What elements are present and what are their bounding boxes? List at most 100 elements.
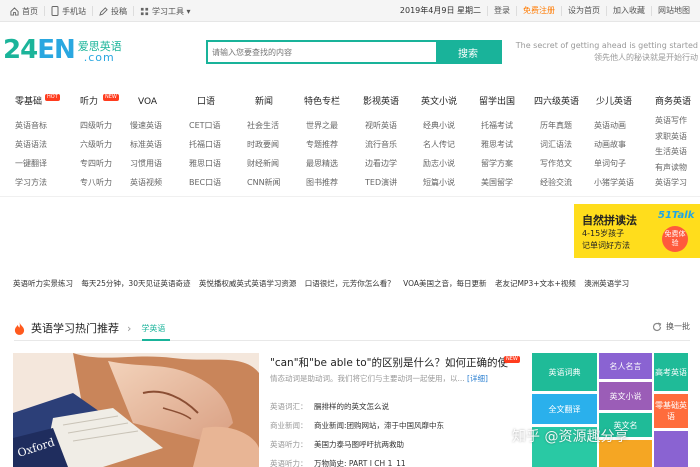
top-link-submit[interactable]: 投稿 [93, 6, 134, 16]
login-link[interactable]: 登录 [487, 6, 516, 16]
category-title[interactable]: 影视英语 [363, 92, 419, 112]
category-link[interactable]: 财经新闻 [247, 154, 311, 173]
category-link[interactable]: 有声读物 [655, 160, 700, 176]
category-link[interactable]: 英语语法 [15, 135, 71, 154]
category-link[interactable]: 最思精选 [306, 154, 360, 173]
site-map-link[interactable]: 网站地图 [651, 6, 696, 16]
category-link[interactable]: 励志小说 [423, 154, 477, 173]
tile-dictionary[interactable]: 英语词典 [532, 353, 597, 391]
top-link-tools[interactable]: 学习工具 ▾ [134, 6, 197, 16]
category-link[interactable]: 专八听力 [80, 173, 136, 192]
list-item[interactable]: 英语听力： 万物简史: PART I CH 1_11 [270, 454, 444, 467]
category-link[interactable]: 图书推荐 [306, 173, 360, 192]
category-title[interactable]: 新闻 [255, 92, 311, 112]
category-title[interactable]: 四六级英语 [534, 92, 590, 112]
category-link[interactable]: 托福考试 [481, 116, 535, 135]
list-item[interactable]: 英语听力： 美国力泰马图呼吁抗两救助 [270, 435, 444, 454]
category-link[interactable]: 托福口语 [189, 135, 253, 154]
category-link[interactable]: 动画故事 [594, 135, 652, 154]
tile-beginner[interactable]: 零基础英语 [654, 394, 688, 428]
category-link[interactable]: 短篇小说 [423, 173, 477, 192]
category-title[interactable]: 零基础 HOT [15, 92, 71, 112]
news-link[interactable]: 英悦播权威英式英语学习资源 [199, 279, 297, 288]
category-link[interactable]: 六级听力 [80, 135, 136, 154]
read-more-link[interactable]: [详细] [467, 374, 488, 383]
category-link[interactable]: 世界之最 [306, 116, 360, 135]
category-link[interactable]: 求职英语 [655, 129, 700, 145]
top-link-mobile[interactable]: 手机站 [45, 6, 93, 16]
list-item-title[interactable]: 美国力泰马图呼吁抗两救助 [314, 440, 404, 449]
refresh-button[interactable]: 换一批 [652, 321, 690, 332]
category-link[interactable]: 标准英语 [130, 135, 194, 154]
search-input[interactable] [208, 42, 436, 62]
category-link[interactable]: 四级听力 [80, 116, 136, 135]
category-link[interactable]: 习惯用语 [130, 154, 194, 173]
tab-learn-english[interactable]: 学英语 [141, 323, 165, 334]
category-link[interactable]: 小猪学英语 [594, 173, 652, 192]
category-title[interactable]: 听力 NEW [80, 92, 136, 112]
tile-gaokao[interactable]: 高考英语 [654, 353, 688, 391]
category-link[interactable]: 生活英语 [655, 144, 700, 160]
ad-cta-button[interactable]: 免费体验 [662, 226, 688, 252]
category-link[interactable]: 美国留学 [481, 173, 535, 192]
category-link[interactable]: 视听英语 [365, 116, 419, 135]
category-link[interactable]: 英语写作 [655, 113, 700, 129]
category-link[interactable]: 写作范文 [540, 154, 590, 173]
tile-extra[interactable] [654, 431, 688, 467]
category-link[interactable]: 经验交流 [540, 173, 590, 192]
category-link[interactable]: 流行音乐 [365, 135, 419, 154]
category-link[interactable]: 时政要闻 [247, 135, 311, 154]
category-link[interactable]: 英语视频 [130, 173, 194, 192]
category-title[interactable]: 特色专栏 [304, 92, 360, 112]
category-title[interactable]: 留学出国 [479, 92, 535, 112]
category-link[interactable]: 专题推荐 [306, 135, 360, 154]
tile-quotes[interactable]: 名人名言 [599, 353, 652, 379]
category-link[interactable]: 留学方案 [481, 154, 535, 173]
site-logo[interactable]: 24EN 爱思英语 .com [3, 37, 122, 63]
list-item-title[interactable]: 膈排样的的英文怎么说 [314, 402, 389, 411]
ad-banner[interactable]: 自然拼读法 4-15岁孩子 记单词好方法 51Talk 免费体验 [574, 204, 700, 258]
tile-translate[interactable]: 全文翻译 [532, 394, 597, 424]
category-link[interactable]: 专四听力 [80, 154, 136, 173]
category-link[interactable]: 雅思考试 [481, 135, 535, 154]
category-link[interactable]: 学习方法 [15, 173, 71, 192]
article-photo[interactable]: Oxford [13, 353, 259, 467]
news-link[interactable]: 英语听力实景练习 [13, 279, 73, 288]
tile-novels[interactable]: 英文小说 [599, 382, 652, 410]
category-link[interactable]: 英语动画 [594, 116, 652, 135]
category-link[interactable]: 一键翻译 [15, 154, 71, 173]
category-title[interactable]: VOA [138, 92, 194, 112]
category-link[interactable]: 英语学习 [655, 175, 700, 191]
news-link[interactable]: 每天25分钟，30天见证英语奇迹 [81, 279, 190, 288]
category-link[interactable]: BEC口语 [189, 173, 253, 192]
category-link[interactable]: 慢速英语 [130, 116, 194, 135]
article-title[interactable]: "can"和"be able to"的区别是什么？如何正确的使 NEW [270, 355, 520, 370]
category-title[interactable]: 商务英语 [655, 92, 700, 112]
category-link[interactable]: 词汇语法 [540, 135, 590, 154]
category-link[interactable]: 历年真题 [540, 116, 590, 135]
category-link[interactable]: 单词句子 [594, 154, 652, 173]
category-link[interactable]: CET口语 [189, 116, 253, 135]
list-item-title[interactable]: 商业新闻:团购网站，滞于中国风靡中东 [314, 421, 444, 430]
category-link[interactable]: CNN新闻 [247, 173, 311, 192]
search-button[interactable]: 搜索 [436, 42, 500, 62]
register-link[interactable]: 免费注册 [516, 6, 561, 16]
top-link-home[interactable]: 首页 [4, 6, 45, 16]
category-link[interactable]: TED演讲 [365, 173, 419, 192]
list-item[interactable]: 商业新闻： 商业新闻:团购网站，滞于中国风靡中东 [270, 416, 444, 435]
category-title[interactable]: 英文小说 [421, 92, 477, 112]
add-favorite-link[interactable]: 加入收藏 [606, 6, 651, 16]
set-homepage-link[interactable]: 设为首页 [561, 6, 606, 16]
list-item[interactable]: 英语词汇： 膈排样的的英文怎么说 [270, 397, 444, 416]
category-title[interactable]: 口语 [197, 92, 253, 112]
category-link[interactable]: 雅思口语 [189, 154, 253, 173]
category-link[interactable]: 名人传记 [423, 135, 477, 154]
category-link[interactable]: 社会生活 [247, 116, 311, 135]
category-link[interactable]: 边看边学 [365, 154, 419, 173]
news-link[interactable]: VOA美国之音，每日更新 [403, 279, 486, 288]
category-title[interactable]: 少儿英语 [596, 92, 652, 112]
news-link[interactable]: 澳洲英语学习 [584, 279, 629, 288]
category-link[interactable]: 经典小说 [423, 116, 477, 135]
category-link[interactable]: 英语音标 [15, 116, 71, 135]
list-item-title[interactable]: 万物简史: PART I CH 1_11 [314, 459, 406, 467]
